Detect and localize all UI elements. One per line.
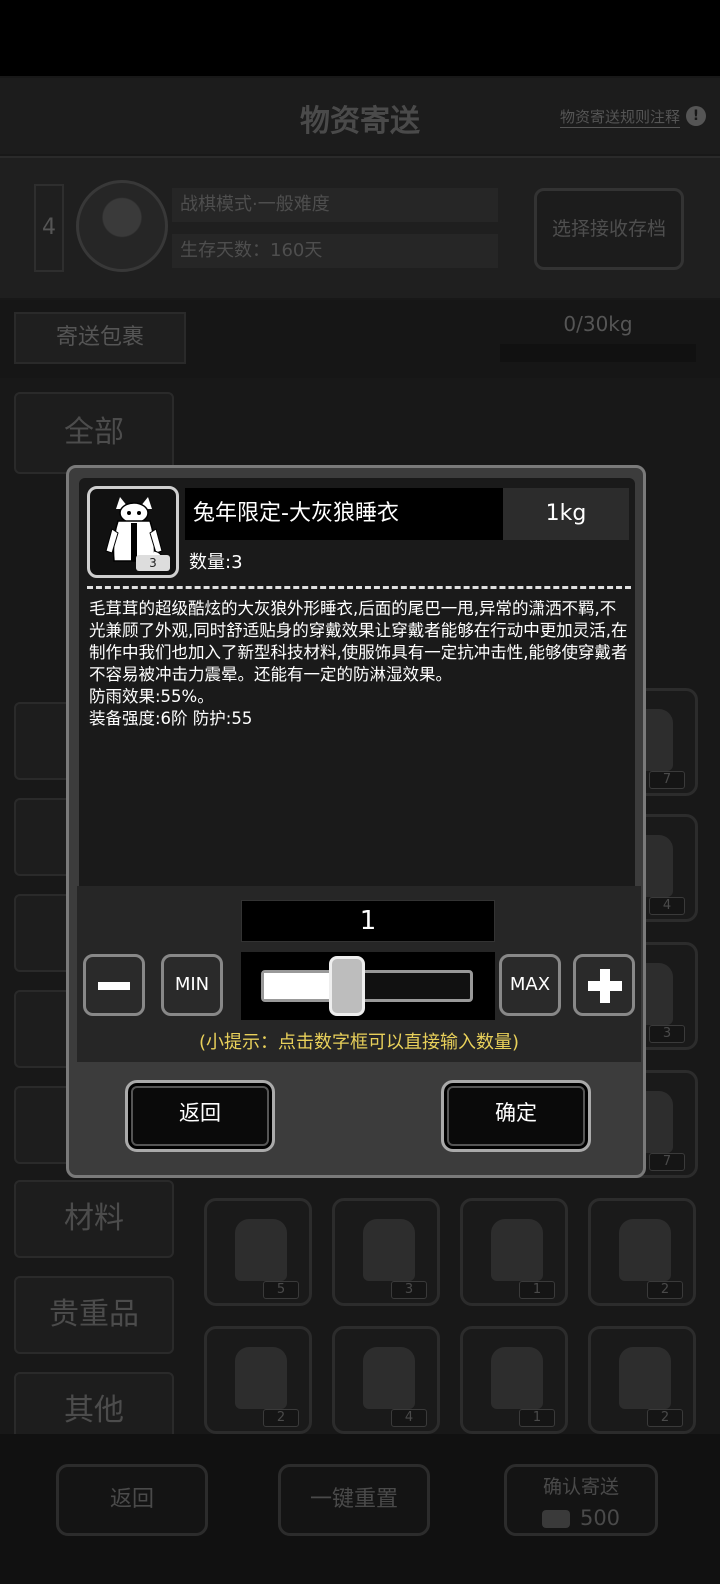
game-mode-label: 战棋模式·一般难度 [172, 188, 498, 222]
status-bar [0, 0, 720, 76]
send-package-tab[interactable]: 寄送包裹 [14, 312, 186, 364]
inventory-slot[interactable]: 1 [460, 1198, 568, 1306]
plus-icon-bar [588, 981, 622, 991]
slider-handle[interactable] [329, 956, 365, 1016]
inventory-slot[interactable]: 2 [588, 1326, 696, 1434]
item-stack-badge: 3 [136, 555, 170, 571]
quantity-slider[interactable] [241, 952, 495, 1020]
inventory-slot[interactable]: 1 [460, 1326, 568, 1434]
header-bar: 物资寄送 物资寄送规则注释 ! [0, 78, 720, 154]
package-weight-bar [500, 344, 696, 362]
item-count: 4 [649, 897, 685, 915]
package-row: 寄送包裹 0/30kg [0, 300, 720, 378]
item-count: 1 [519, 1409, 555, 1427]
package-weight: 0/30kg [563, 312, 633, 336]
rain-resistance-text: 防雨效果:55%。 [89, 687, 214, 706]
category-valuables[interactable]: 贵重品 [14, 1276, 174, 1354]
fur-coat-icon [619, 1347, 671, 1409]
quantity-selector: 1 MIN MAX (小提示：点击数字框可以直接输入数量) [77, 886, 641, 1062]
cloak-icon [363, 1347, 415, 1409]
inventory-slot[interactable]: 3 [332, 1198, 440, 1306]
send-cost: 500 [507, 1505, 655, 1531]
item-slot: 3 [87, 486, 179, 578]
decrease-button[interactable] [83, 954, 145, 1016]
category-materials[interactable]: 材料 [14, 1180, 174, 1258]
bottom-action-bar: 返回 一键重置 确认寄送 500 [0, 1434, 720, 1584]
equipment-stats-text: 装备强度:6阶 防护:55 [89, 709, 253, 728]
glove-icon [619, 1219, 671, 1281]
min-button[interactable]: MIN [161, 954, 223, 1016]
send-quantity-dialog: 3 兔年限定-大灰狼睡衣 1kg 数量:3 毛茸茸的超级酷炫的大灰狼外形睡衣,后… [66, 465, 646, 1178]
item-count: 3 [649, 1025, 685, 1043]
wolf-pajamas-icon [363, 1219, 415, 1281]
glove-icon [235, 1347, 287, 1409]
straw-cape-icon [491, 1347, 543, 1409]
reset-all-button[interactable]: 一键重置 [278, 1464, 430, 1536]
item-count: 2 [263, 1409, 299, 1427]
inventory-slot[interactable]: 2 [588, 1198, 696, 1306]
coin-icon [541, 1510, 570, 1528]
fur-hat-icon [491, 1219, 543, 1281]
increase-button[interactable] [573, 954, 635, 1016]
item-count: 4 [391, 1409, 427, 1427]
slider-track[interactable] [261, 970, 473, 1002]
gloves-icon [235, 1219, 287, 1281]
item-name: 兔年限定-大灰狼睡衣 [193, 501, 399, 526]
item-weight: 1kg [503, 488, 629, 540]
item-count: 7 [649, 1153, 685, 1171]
minus-icon [98, 982, 130, 990]
dialog-confirm-button[interactable]: 确定 [441, 1080, 591, 1152]
hint-text: (小提示：点击数字框可以直接输入数量) [198, 1032, 520, 1053]
info-icon[interactable]: ! [686, 106, 706, 126]
divider [87, 586, 631, 589]
save-slot-number: 4 [34, 184, 64, 272]
inventory-slot[interactable]: 2 [204, 1326, 312, 1434]
inventory-slot[interactable]: 4 [332, 1326, 440, 1434]
confirm-send-label: 确认寄送 [542, 1476, 619, 1498]
avatar [76, 180, 168, 272]
back-button[interactable]: 返回 [56, 1464, 208, 1536]
confirm-send-button[interactable]: 确认寄送 500 [504, 1464, 658, 1536]
max-button[interactable]: MAX [499, 954, 561, 1016]
item-description: 毛茸茸的超级酷炫的大灰狼外形睡衣,后面的尾巴一甩,异常的潇洒不羁,不光兼顾了外观… [89, 598, 629, 730]
save-profile-panel: 4 战棋模式·一般难度 生存天数：160天 选择接收存档 [0, 156, 720, 298]
item-count: 5 [263, 1281, 299, 1299]
slider-fill [264, 973, 332, 999]
item-count: 7 [649, 771, 685, 789]
rules-link[interactable]: 物资寄送规则注释 [559, 106, 680, 128]
inventory-slot[interactable]: 5 [204, 1198, 312, 1306]
item-count: 2 [647, 1409, 683, 1427]
item-name-box: 兔年限定-大灰狼睡衣 [185, 488, 503, 540]
item-count: 3 [391, 1281, 427, 1299]
item-count: 1 [519, 1281, 555, 1299]
select-save-button[interactable]: 选择接收存档 [534, 188, 684, 270]
send-cost-value: 500 [579, 1506, 621, 1530]
description-text: 毛茸茸的超级酷炫的大灰狼外形睡衣,后面的尾巴一甩,异常的潇洒不羁,不光兼顾了外观… [89, 599, 628, 684]
item-count: 2 [647, 1281, 683, 1299]
quantity-input[interactable]: 1 [241, 900, 495, 942]
dialog-back-button[interactable]: 返回 [125, 1080, 275, 1152]
item-quantity: 数量:3 [189, 552, 243, 573]
category-all[interactable]: 全部 [14, 392, 174, 474]
survival-days-label: 生存天数：160天 [172, 234, 498, 268]
